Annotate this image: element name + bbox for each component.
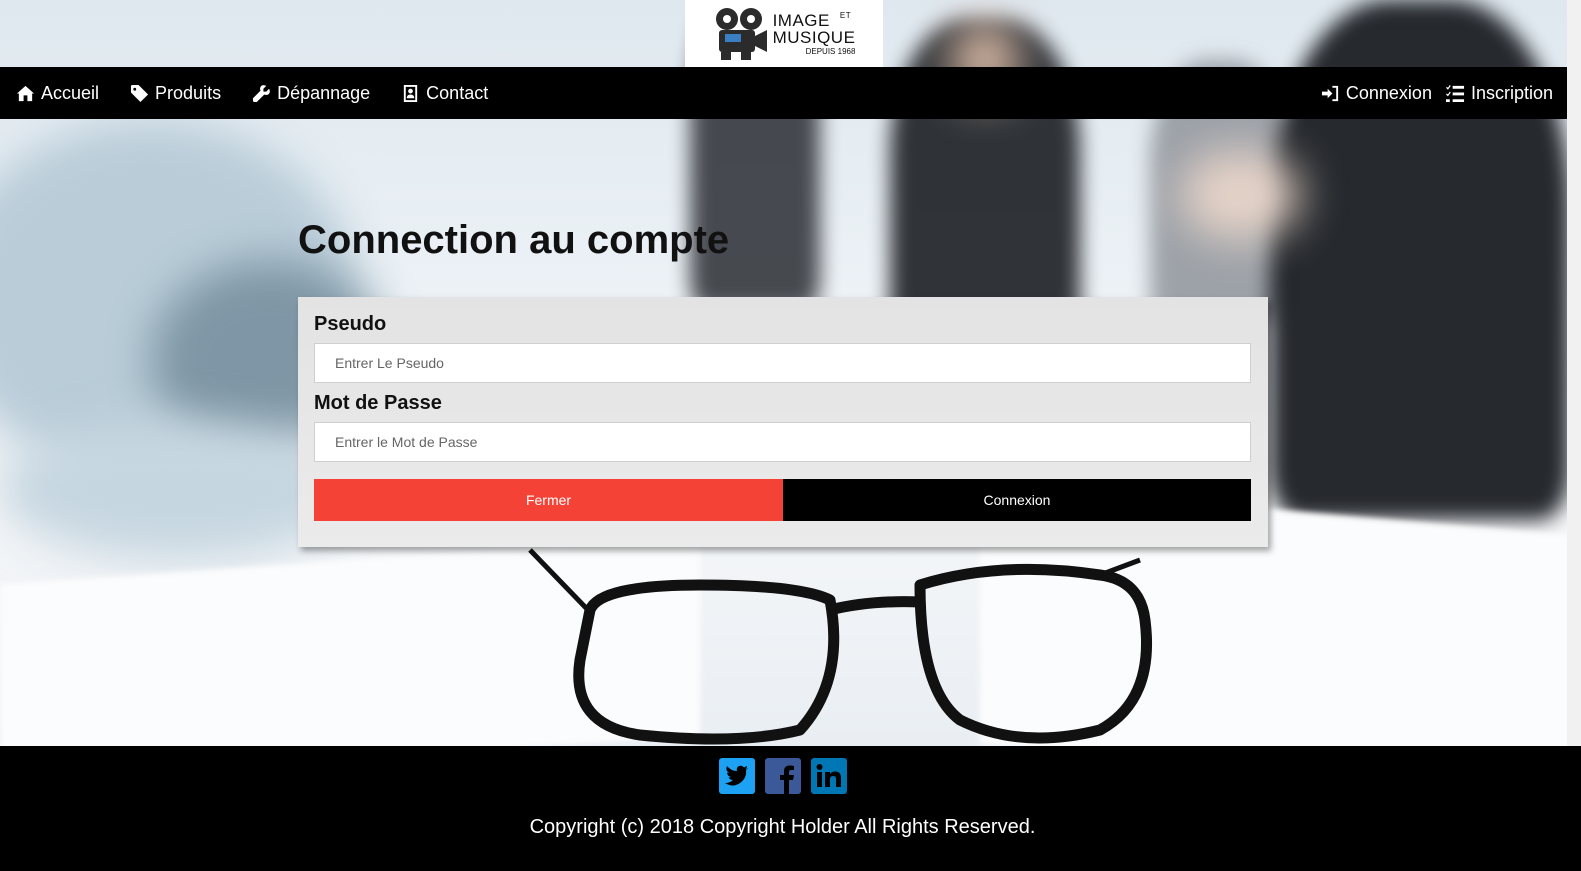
nav-right: Connexion Inscription: [1321, 83, 1553, 104]
film-camera-icon: [715, 7, 767, 60]
nav-label-produits: Produits: [155, 82, 222, 103]
page-title: Connection au compte: [298, 218, 730, 262]
nav-item-contact[interactable]: Contact: [401, 83, 488, 104]
nav-item-accueil[interactable]: Accueil: [16, 83, 99, 104]
nav-label-depannage: Dépannage: [277, 82, 371, 103]
password-label: Mot de Passe: [314, 392, 442, 414]
form-buttons: Fermer Connexion: [314, 479, 1251, 521]
login-form: Pseudo Mot de Passe Fermer Connexion: [298, 297, 1268, 547]
footer: Copyright (c) 2018 Copyright Holder All …: [0, 746, 1581, 871]
list-check-icon: [1445, 84, 1465, 102]
copyright-text: Copyright (c) 2018 Copyright Holder All …: [529, 816, 1036, 838]
home-icon: [16, 85, 35, 101]
pseudo-label: Pseudo: [314, 313, 387, 335]
nav-item-connexion[interactable]: Connexion: [1321, 83, 1432, 104]
login-submit-button[interactable]: Connexion: [783, 479, 1251, 521]
twitter-icon[interactable]: [719, 758, 755, 794]
logo-et: ET: [839, 10, 852, 20]
social-links: [719, 758, 847, 794]
page-scrollbar[interactable]: [1567, 0, 1581, 746]
wrench-icon: [253, 84, 270, 102]
facebook-icon[interactable]: [765, 758, 801, 794]
nav-label-inscription: Inscription: [1470, 82, 1553, 103]
nav-item-depannage[interactable]: Dépannage: [252, 83, 370, 104]
logo-since: DEPUIS 1968: [805, 46, 856, 56]
nav-left: Accueil Produits Dépannage Contact: [16, 83, 488, 104]
site-logo[interactable]: IMAGE ET MUSIQUE DEPUIS 1968: [685, 0, 883, 67]
sign-in-icon: [1321, 85, 1338, 101]
logo-line-musique: MUSIQUE: [772, 27, 856, 47]
linkedin-icon[interactable]: [811, 758, 847, 794]
nav-label-accueil: Accueil: [41, 82, 100, 103]
pseudo-input[interactable]: [314, 343, 1251, 383]
password-input[interactable]: [314, 422, 1251, 462]
tag-icon: [130, 84, 149, 102]
nav-label-contact: Contact: [426, 82, 489, 103]
logo-line-image: IMAGE: [772, 10, 830, 30]
nav-item-produits[interactable]: Produits: [130, 83, 221, 104]
contact-card-icon: [404, 84, 418, 102]
close-button[interactable]: Fermer: [314, 479, 783, 521]
nav-label-connexion: Connexion: [1345, 82, 1432, 103]
nav-item-inscription[interactable]: Inscription: [1445, 82, 1553, 104]
main-nav: Accueil Produits Dépannage Contact Conne…: [0, 67, 1567, 119]
